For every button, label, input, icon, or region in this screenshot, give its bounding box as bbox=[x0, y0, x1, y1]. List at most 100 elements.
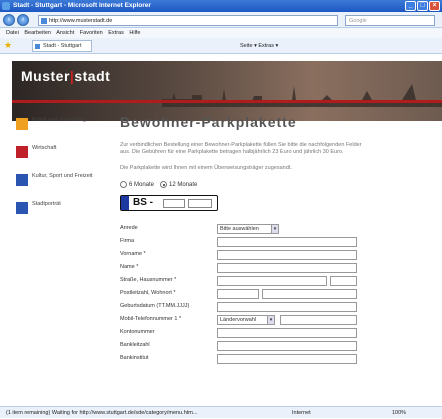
form-row-firma: Firma bbox=[120, 236, 442, 249]
main-content: Bewohner-Parkplakette Zur verbindlichen … bbox=[120, 114, 442, 366]
form-row-anrede: Anrede Bitte auswählen ▾ bbox=[120, 223, 442, 236]
sidebar-item-stadtportraet[interactable]: Stadtporträt bbox=[16, 201, 94, 223]
anrede-select-value: Bitte auswählen bbox=[220, 226, 259, 232]
maximize-button[interactable]: □ bbox=[417, 1, 428, 11]
security-zone: Internet bbox=[292, 410, 311, 416]
form-row-bankinstitut: Bankinstitut bbox=[120, 353, 442, 366]
form-row-geburtsdatum: Geburtsdatum (TT.MM.JJJJ) bbox=[120, 301, 442, 314]
radio-6-months[interactable] bbox=[120, 181, 127, 188]
anrede-label: Anrede bbox=[120, 225, 138, 231]
plate-city-code: BS - bbox=[133, 197, 153, 208]
name-label: Name * bbox=[120, 264, 139, 270]
logo-left: Muster bbox=[21, 68, 70, 84]
tab-page-icon bbox=[35, 44, 40, 49]
menu-help[interactable]: Hilfe bbox=[129, 30, 140, 36]
mobil-input[interactable] bbox=[280, 315, 357, 325]
sidebar-item-label: Politik und Verwaltung bbox=[32, 117, 87, 123]
radio-12-months[interactable] bbox=[160, 181, 168, 188]
form-row-vorname: Vorname * bbox=[120, 249, 442, 262]
strasse-input[interactable] bbox=[217, 276, 327, 286]
radio-12-label: 12 Monate bbox=[169, 181, 198, 188]
plate-letters-input[interactable] bbox=[163, 199, 185, 208]
firma-input[interactable] bbox=[217, 237, 357, 247]
sidebar-item-politik[interactable]: Politik und Verwaltung bbox=[16, 117, 94, 139]
url-input[interactable]: http://www.musterstadt.de bbox=[38, 15, 338, 26]
plate-numbers-input[interactable] bbox=[188, 199, 212, 208]
forward-button[interactable]: › bbox=[17, 14, 29, 26]
site-logo[interactable]: Muster|stadt bbox=[21, 68, 110, 84]
zoom-level[interactable]: 100% bbox=[392, 407, 406, 419]
vorname-input[interactable] bbox=[217, 250, 357, 260]
bankleitzahl-label: Bankleitzahl bbox=[120, 342, 150, 348]
sidebar: Politik und Verwaltung Wirtschaft Kultur… bbox=[16, 117, 94, 229]
name-input[interactable] bbox=[217, 263, 357, 273]
vorname-label: Vorname * bbox=[120, 251, 146, 257]
web-page: Muster|stadt Politik und Verwaltung Wirt… bbox=[0, 54, 442, 406]
kontonummer-label: Kontonummer bbox=[120, 329, 155, 335]
window-titlebar: Stadt - Stuttgart - Microsoft Internet E… bbox=[0, 0, 442, 12]
transfer-note: Die Parkplakette wird Ihnen mit einem Üb… bbox=[120, 165, 292, 171]
plz-input[interactable] bbox=[217, 289, 259, 299]
kontonummer-input[interactable] bbox=[217, 328, 357, 338]
sidebar-item-wirtschaft[interactable]: Wirtschaft bbox=[16, 145, 94, 167]
site-header: Muster|stadt bbox=[12, 61, 442, 121]
anrede-select[interactable]: Bitte auswählen ▾ bbox=[217, 224, 279, 234]
form-row-strasse: Straße, Hausnummer * bbox=[120, 275, 442, 288]
window-controls: _ □ × bbox=[405, 1, 440, 11]
strasse-label: Straße, Hausnummer * bbox=[120, 277, 177, 283]
command-bar[interactable]: Seite ▾ Extras ▾ bbox=[240, 41, 278, 51]
sidebar-item-label: Wirtschaft bbox=[32, 145, 57, 151]
culture-icon bbox=[16, 174, 28, 186]
form-row-bankleitzahl: Bankleitzahl bbox=[120, 340, 442, 353]
eu-band-icon bbox=[121, 196, 129, 210]
page-icon bbox=[41, 18, 47, 24]
form-row-name: Name * bbox=[120, 262, 442, 275]
menu-file[interactable]: Datei bbox=[6, 30, 19, 36]
tab-label: Stadt - Stuttgart bbox=[43, 43, 82, 49]
plz-label: Postleitzahl, Wohnort * bbox=[120, 290, 176, 296]
geburtsdatum-label: Geburtsdatum (TT.MM.JJJJ) bbox=[120, 303, 190, 309]
duration-radio-group: 6 Monate 12 Monate bbox=[120, 181, 442, 188]
bankinstitut-input[interactable] bbox=[217, 354, 357, 364]
radio-6-label: 6 Monate bbox=[129, 181, 155, 188]
menu-tools[interactable]: Extras bbox=[108, 30, 124, 36]
back-button[interactable]: ‹ bbox=[3, 14, 15, 26]
header-divider bbox=[12, 100, 442, 103]
sidebar-item-label: Stadtporträt bbox=[32, 201, 61, 207]
geburtsdatum-input[interactable] bbox=[217, 302, 357, 312]
page-title: Bewohner-Parkplakette bbox=[120, 114, 297, 130]
status-bar: (1 item remaining) Waiting for http://ww… bbox=[0, 406, 442, 418]
browser-tab[interactable]: Stadt - Stuttgart bbox=[32, 40, 92, 52]
firma-label: Firma bbox=[120, 238, 135, 244]
search-placeholder: Google bbox=[349, 18, 367, 24]
laendervorwahl-value: Ländervorwahl bbox=[220, 317, 257, 323]
favorites-star-icon[interactable]: ★ bbox=[4, 41, 12, 50]
license-plate-field: BS - bbox=[120, 195, 218, 211]
search-input[interactable]: Google bbox=[345, 15, 435, 26]
form-row-kontonummer: Kontonummer bbox=[120, 327, 442, 340]
minimize-button[interactable]: _ bbox=[405, 1, 416, 11]
mobil-label: Mobil-Telefonnummer 1 * bbox=[120, 316, 182, 322]
laendervorwahl-select[interactable]: Ländervorwahl ▾ bbox=[217, 315, 275, 325]
sidebar-item-kultur[interactable]: Kultur, Sport und Freizeit bbox=[16, 173, 94, 195]
bankleitzahl-input[interactable] bbox=[217, 341, 357, 351]
menu-bar: Datei Bearbeiten Ansicht Favoriten Extra… bbox=[0, 28, 442, 38]
hausnummer-input[interactable] bbox=[330, 276, 357, 286]
economy-icon bbox=[16, 146, 28, 158]
wohnort-input[interactable] bbox=[262, 289, 357, 299]
url-text: http://www.musterstadt.de bbox=[49, 18, 113, 24]
portrait-icon bbox=[16, 202, 28, 214]
menu-edit[interactable]: Bearbeiten bbox=[24, 30, 51, 36]
menu-favorites[interactable]: Favoriten bbox=[80, 30, 103, 36]
ie-icon bbox=[2, 2, 10, 10]
window-title: Stadt - Stuttgart - Microsoft Internet E… bbox=[13, 2, 151, 9]
close-button[interactable]: × bbox=[429, 1, 440, 11]
sidebar-item-label: Kultur, Sport und Freizeit bbox=[32, 173, 93, 179]
logo-right: stadt bbox=[74, 68, 111, 84]
form-row-plz: Postleitzahl, Wohnort * bbox=[120, 288, 442, 301]
tab-bar: ★ Stadt - Stuttgart Seite ▾ Extras ▾ bbox=[0, 38, 442, 54]
chevron-down-icon: ▾ bbox=[267, 316, 274, 324]
menu-view[interactable]: Ansicht bbox=[56, 30, 74, 36]
chevron-down-icon: ▾ bbox=[271, 225, 278, 233]
politics-icon bbox=[16, 118, 28, 130]
